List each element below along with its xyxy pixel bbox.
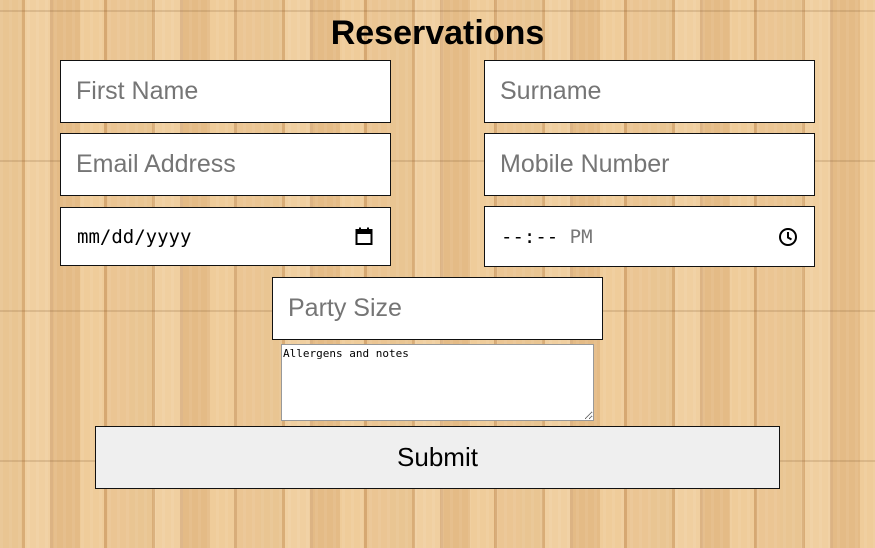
time-hour-minute: --:-- — [501, 225, 559, 248]
page-title: Reservations — [330, 14, 545, 52]
first-name-input[interactable] — [60, 60, 391, 123]
date-input[interactable]: mm/dd/yyyy — [60, 207, 391, 266]
mobile-number-input[interactable] — [484, 133, 815, 196]
time-ampm: PM — [569, 225, 593, 248]
surname-input[interactable] — [484, 60, 815, 123]
submit-button[interactable]: Submit — [95, 426, 780, 489]
email-input[interactable] — [60, 133, 391, 196]
clock-icon[interactable] — [777, 226, 799, 248]
time-input-text: --:-- PM — [501, 226, 777, 248]
date-input-text: mm/dd/yyyy — [77, 225, 192, 248]
calendar-icon[interactable] — [353, 226, 375, 248]
time-input[interactable]: --:-- PM — [484, 206, 815, 267]
party-size-input[interactable] — [272, 277, 603, 340]
allergens-notes-textarea[interactable] — [281, 344, 594, 421]
